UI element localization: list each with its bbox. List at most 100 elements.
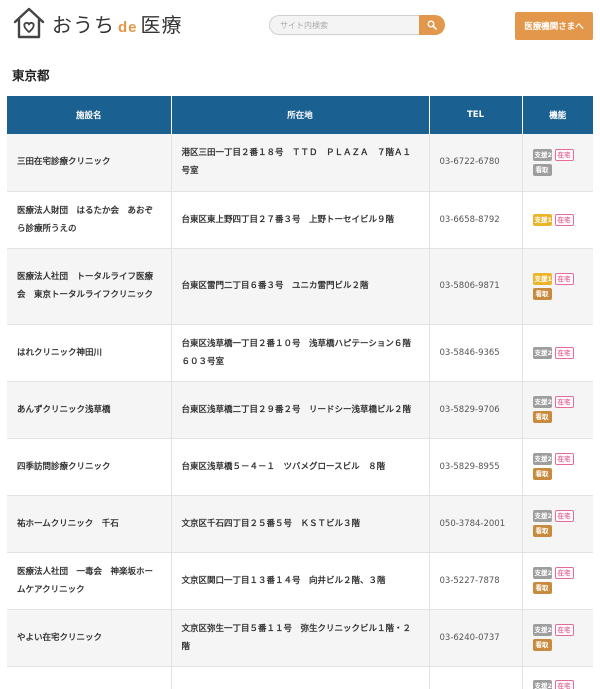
facility-name[interactable]: 医療法人社団 トータルライフ医療会 東京トータルライフクリニック [7,248,172,325]
facility-tel[interactable]: 050-3784-2001 [429,495,523,553]
feature-badges: 支援2 在宅 看取 [532,396,579,423]
feature-badges: 支援2 在宅 [532,346,579,359]
facility-features: 支援2 在宅 看取 [522,552,593,610]
facility-tel[interactable]: 03-6658-8792 [429,191,523,249]
facility-name[interactable]: 三田在宅診療クリニック [7,134,172,192]
table-row: やよい在宅クリニック 文京区弥生一丁目５番１１号 弥生クリニックビル１階・２階 03… [7,609,593,667]
search-icon [427,20,437,30]
facility-address: 台東区浅草橋二丁目２９番２号 リードシー浅草橋ビル２階 [171,381,430,439]
feature-badge: 在宅 [554,213,574,226]
facility-features: 支援1 在宅 看取 [522,248,593,325]
feature-badges: 支援1 在宅 [532,213,579,226]
site-logo[interactable]: おうち de 医療 [12,6,183,40]
facility-tel[interactable]: 03-5846-9365 [429,324,523,382]
search-input[interactable] [269,15,421,35]
facility-tel[interactable]: 03-6240-0737 [429,609,523,667]
facility-address: 台東区東上野四丁目２７番３号 上野トーセイビル９階 [171,191,430,249]
site-search [269,15,445,35]
feature-badge: 支援1 [532,213,553,226]
facility-address: 台東区浅草橋５－４－１ ツバメグロースビル ８階 [171,438,430,496]
feature-badge: 支援2 [532,680,552,689]
column-header-name: 施設名 [7,96,172,134]
table-row: はれクリニック神田川 台東区浅草橋一丁目２番１０号 浅草橋ハピテーション６階６０３… [7,324,593,382]
facility-features: 支援2 在宅 [522,666,593,689]
feature-badge: 支援2 [532,346,553,359]
facility-address: 文京区千石四丁目２５番５号 ＫＳＴビル３階 [171,495,430,553]
table-header-row: 施設名 所在地 TEL 機能 [7,96,593,134]
feature-badge: 支援2 [532,567,553,579]
feature-badge: 支援2 [532,396,553,408]
feature-badges: 支援2 在宅 [532,680,579,689]
feature-badges: 支援2 在宅 看取 [532,453,579,480]
feature-badge: 看取 [532,411,552,423]
facility-features: 支援2 在宅 看取 [522,609,593,667]
facility-name[interactable]: 医療法人財団 はるたか会 あおぞら診療所うえの [7,191,172,249]
table-row: 医療法人財団 はるたか会 あおぞら診療所うえの 台東区東上野四丁目２７番３号 上野… [7,191,593,249]
facility-name[interactable]: 医療法人社団 一毒会 神楽坂ホームケアクリニック [7,552,172,610]
feature-badge: 在宅 [554,148,574,161]
facility-address: 文京区弥生一丁目５番１１号 弥生クリニックビル１階・２階 [171,609,430,667]
feature-badge: 看取 [532,468,552,480]
feature-badges: 支援2 在宅 看取 [532,624,579,651]
site-header: おうちde医療 医療機関さまへ [0,0,600,52]
facility-name[interactable] [7,666,172,689]
facility-name[interactable]: 四季訪問診療クリニック [7,438,172,496]
feature-badges: 支援2 在宅 看取 [532,567,579,594]
feature-badge: 看取 [532,525,552,537]
facility-features: 支援2 在宅 看取 [522,495,593,553]
facility-table: 施設名 所在地 TEL 機能 三田在宅診療クリニック 港区三田一丁目２番１８号 Ｔ… [7,96,593,689]
table-row: 三田在宅診療クリニック 港区三田一丁目２番１８号 ＴＴＤ ＰＬＡＺＡ ７階Ａ１号室… [7,134,593,192]
facility-name[interactable]: はれクリニック神田川 [7,324,172,382]
facility-tel[interactable] [429,666,523,689]
feature-badge: 看取 [532,287,552,300]
facility-address: 港区三田一丁目２番１８号 ＴＴＤ ＰＬＡＺＡ ７階Ａ１号室 [171,134,430,192]
facility-features: 支援2 在宅 看取 [522,134,593,192]
house-logo-icon [13,7,45,39]
feature-badge: 支援2 [532,510,553,522]
column-header-features: 機能 [522,96,593,134]
facility-features: 支援2 在宅 [522,324,593,382]
feature-badge: 看取 [532,639,552,651]
feature-badge: 支援2 [532,148,553,161]
column-header-tel: TEL [429,96,523,134]
facility-address: 台東区浅草橋一丁目２番１０号 浅草橋ハピテーション６階６０３号室 [171,324,430,382]
facility-features: 支援2 在宅 看取 [522,381,593,439]
feature-badge: 在宅 [554,510,574,522]
facility-features: 支援2 在宅 看取 [522,438,593,496]
for-medical-institutions-button[interactable]: 医療機関さまへ [515,12,593,40]
feature-badge: 在宅 [554,624,574,636]
feature-badge: 在宅 [554,453,574,465]
feature-badge: 在宅 [554,567,574,579]
table-row: 医療法人社団 トータルライフ医療会 東京トータルライフクリニック 台東区雷門二丁目… [7,248,593,325]
table-row: 祐ホームクリニック 千石 文京区千石四丁目２５番５号 ＫＳＴビル３階 050-378… [7,495,593,553]
feature-badge: 支援2 [532,453,553,465]
facility-name[interactable]: 祐ホームクリニック 千石 [7,495,172,553]
facility-tel[interactable]: 03-5829-8955 [429,438,523,496]
facility-address: 文京区関口一丁目１３番１４号 向井ビル２階、３階 [171,552,430,610]
table-row: 医療法人社団 一毒会 神楽坂ホームケアクリニック 文京区関口一丁目１３番１４号 向… [7,552,593,610]
table-row: 支援2 在宅 [7,666,593,689]
feature-badge: 在宅 [554,272,574,285]
feature-badges: 支援2 在宅 看取 [532,510,579,537]
feature-badge: 在宅 [554,680,574,689]
column-header-address: 所在地 [171,96,430,134]
feature-badge: 在宅 [554,346,574,359]
search-button[interactable] [419,15,445,35]
site-logo-text: おうち de 医療 [52,12,183,37]
feature-badge: 看取 [532,163,552,176]
facility-tel[interactable]: 03-5806-9871 [429,248,523,325]
facility-features: 支援1 在宅 [522,191,593,249]
facility-tel[interactable]: 03-6722-6780 [429,134,523,192]
facility-address [171,666,430,689]
facility-name[interactable]: やよい在宅クリニック [7,609,172,667]
facility-tel[interactable]: 03-5829-9706 [429,381,523,439]
facility-tel[interactable]: 03-5227-7878 [429,552,523,610]
feature-badges: 支援1 在宅 看取 [532,272,579,300]
table-body: 三田在宅診療クリニック 港区三田一丁目２番１８号 ＴＴＤ ＰＬＡＺＡ ７階Ａ１号室… [7,134,593,689]
feature-badge: 在宅 [554,396,574,408]
table-row: あんずクリニック浅草橋 台東区浅草橋二丁目２９番２号 リードシー浅草橋ビル２階 03… [7,381,593,439]
feature-badge: 支援2 [532,624,553,636]
facility-address: 台東区雷門二丁目６番３号 ユニカ雷門ビル２階 [171,248,430,325]
table-row: 四季訪問診療クリニック 台東区浅草橋５－４－１ ツバメグロースビル ８階 03-58… [7,438,593,496]
facility-name[interactable]: あんずクリニック浅草橋 [7,381,172,439]
